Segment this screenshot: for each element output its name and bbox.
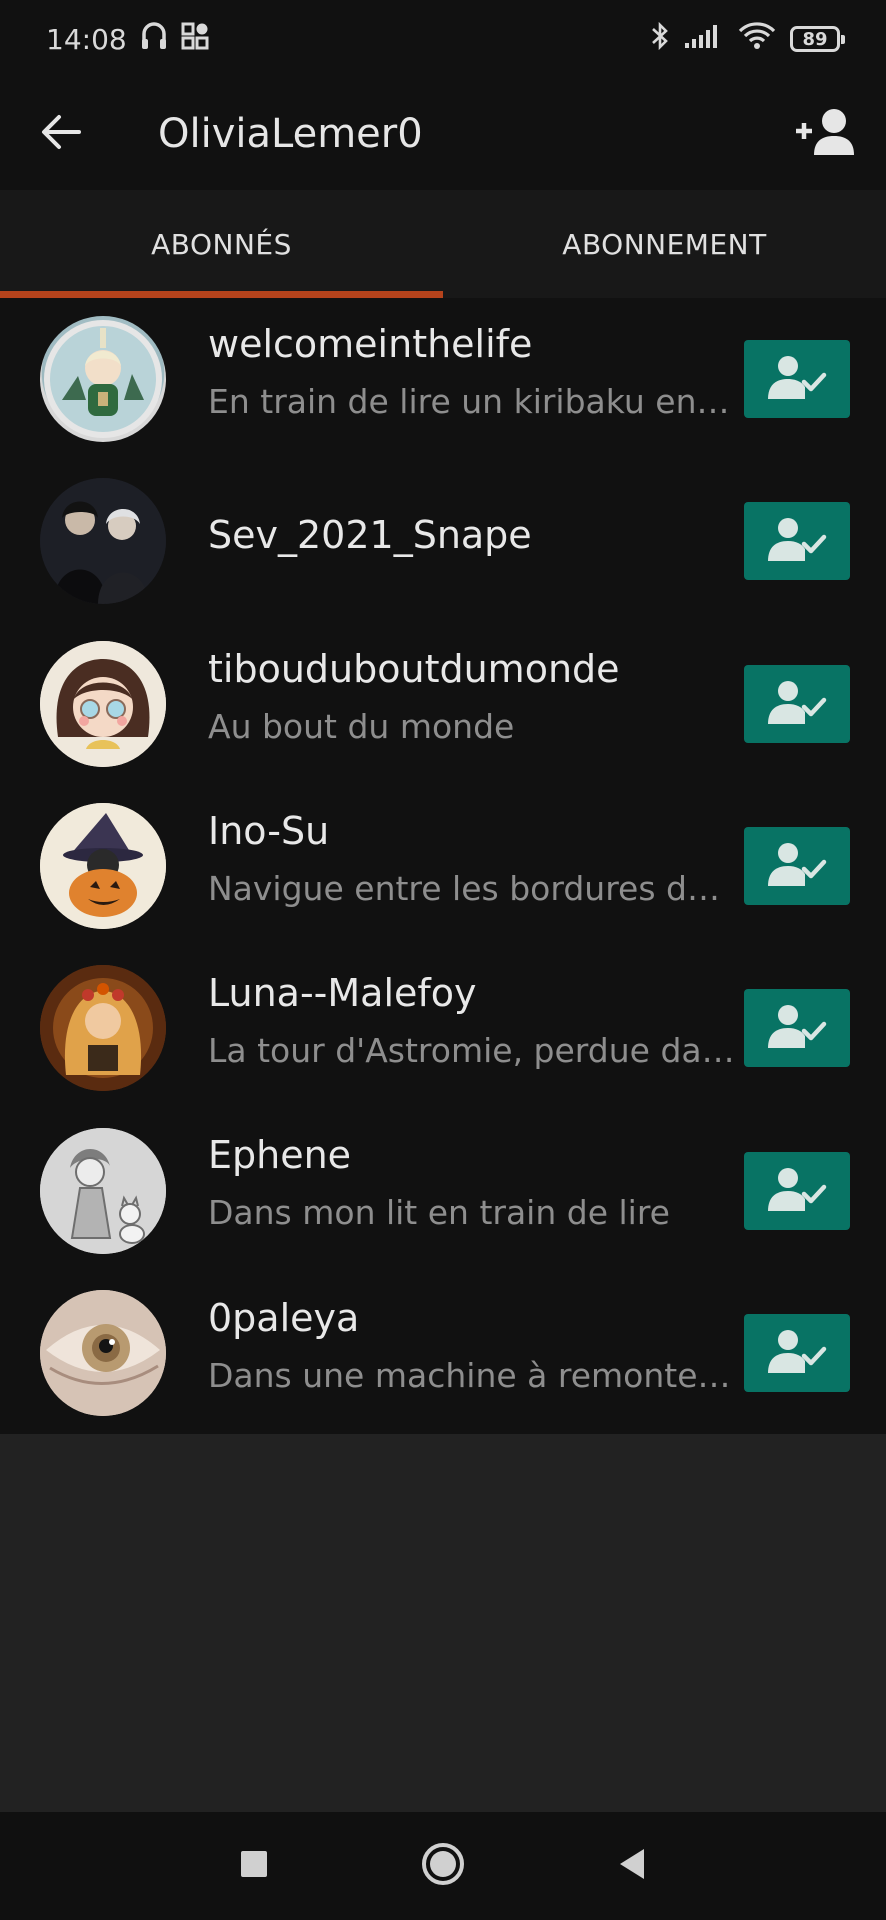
add-user-icon bbox=[794, 107, 858, 161]
headphones-icon bbox=[141, 21, 167, 58]
tab-abonnes[interactable]: ABONNÉS bbox=[0, 190, 443, 298]
back-triangle-icon bbox=[616, 1847, 648, 1885]
following-button[interactable] bbox=[744, 502, 850, 581]
status-right: 89 bbox=[650, 20, 845, 59]
list-item-text: Ephene Dans mon lit en train de lire bbox=[208, 1133, 738, 1232]
status-time: 14:08 bbox=[46, 22, 127, 56]
user-check-icon bbox=[766, 1003, 828, 1053]
user-status: Dans mon lit en train de lire bbox=[208, 1193, 670, 1233]
user-check-icon bbox=[766, 354, 828, 404]
following-button[interactable] bbox=[744, 1151, 850, 1230]
user-status: En train de lire un kiribaku en ... bbox=[208, 382, 738, 421]
username: 0paleya bbox=[208, 1295, 360, 1340]
list-item-text: Luna--Malefoy La tour d'Astromie, perdue… bbox=[208, 971, 738, 1070]
bluetooth-icon bbox=[650, 20, 670, 59]
wifi-icon bbox=[738, 21, 776, 57]
chibi-character-avatar bbox=[44, 320, 162, 439]
girl-glasses-avatar bbox=[40, 640, 166, 767]
back-nav-button[interactable] bbox=[592, 1826, 672, 1906]
username: Luna--Malefoy bbox=[208, 971, 477, 1016]
username: Sev_2021_Snape bbox=[208, 513, 532, 558]
avatar[interactable] bbox=[40, 316, 166, 443]
list-item[interactable]: Sev_2021_Snape bbox=[0, 460, 886, 622]
app-bar: OliviaLemer0 bbox=[0, 78, 886, 190]
user-status: Navigue entre les bordures de ... bbox=[208, 868, 738, 908]
list-item-text: Ino-Su Navigue entre les bordures de ... bbox=[208, 809, 738, 908]
tab-abonnes-label: ABONNÉS bbox=[151, 227, 292, 261]
user-check-icon bbox=[766, 1166, 828, 1216]
avatar[interactable] bbox=[40, 1127, 166, 1254]
user-status: Dans une machine à remonter... bbox=[208, 1355, 738, 1395]
user-status: La tour d'Astromie, perdue dan... bbox=[208, 1031, 738, 1071]
list-item[interactable]: 0paleya Dans une machine à remonter... bbox=[0, 1272, 886, 1434]
list-item[interactable]: tibouduboutdumonde Au bout du monde bbox=[0, 623, 886, 785]
app-grid-icon bbox=[181, 22, 209, 57]
back-button[interactable] bbox=[0, 78, 126, 190]
username: Ephene bbox=[208, 1133, 352, 1178]
battery-level: 89 bbox=[802, 28, 828, 50]
status-bar: 14:08 89 bbox=[0, 0, 886, 78]
username: welcomeinthelife bbox=[208, 322, 533, 366]
eye-closeup-avatar bbox=[40, 1289, 166, 1416]
recents-square-icon bbox=[239, 1849, 269, 1883]
home-button[interactable] bbox=[403, 1826, 483, 1906]
status-left: 14:08 bbox=[46, 21, 209, 58]
list-item[interactable]: Luna--Malefoy La tour d'Astromie, perdue… bbox=[0, 947, 886, 1109]
system-nav-bar bbox=[0, 1812, 886, 1920]
signal-icon bbox=[684, 23, 724, 56]
following-button[interactable] bbox=[744, 827, 850, 906]
page-title: OliviaLemer0 bbox=[158, 111, 423, 157]
two-characters-avatar bbox=[40, 478, 166, 605]
sketch-girl-cat-avatar bbox=[40, 1127, 166, 1254]
recents-button[interactable] bbox=[214, 1826, 294, 1906]
user-check-icon bbox=[766, 516, 828, 566]
list-item[interactable]: Ephene Dans mon lit en train de lire bbox=[0, 1109, 886, 1271]
avatar[interactable] bbox=[40, 803, 166, 930]
list-item-text: tibouduboutdumonde Au bout du monde bbox=[208, 647, 738, 746]
home-circle-icon bbox=[420, 1841, 466, 1891]
username: Ino-Su bbox=[208, 808, 330, 853]
list-item[interactable]: Ino-Su Navigue entre les bordures de ... bbox=[0, 785, 886, 947]
add-user-button[interactable] bbox=[766, 78, 886, 190]
avatar[interactable] bbox=[40, 965, 166, 1092]
tab-abonnement[interactable]: ABONNEMENT bbox=[443, 190, 886, 298]
user-status: Au bout du monde bbox=[208, 706, 515, 746]
tab-abonnement-label: ABONNEMENT bbox=[562, 227, 767, 261]
user-check-icon bbox=[766, 841, 828, 891]
username: tibouduboutdumonde bbox=[208, 646, 620, 691]
following-button[interactable] bbox=[744, 340, 850, 419]
list-item-text: welcomeinthelife En train de lire un kir… bbox=[208, 322, 738, 421]
halloween-pumpkin-avatar bbox=[40, 803, 166, 930]
following-button[interactable] bbox=[744, 989, 850, 1068]
avatar[interactable] bbox=[40, 1289, 166, 1416]
following-button[interactable] bbox=[744, 664, 850, 743]
follower-list: welcomeinthelife En train de lire un kir… bbox=[0, 298, 886, 1434]
list-item[interactable]: welcomeinthelife En train de lire un kir… bbox=[0, 298, 886, 460]
avatar[interactable] bbox=[40, 478, 166, 605]
list-item-text: 0paleya Dans une machine à remonter... bbox=[208, 1296, 738, 1395]
battery-icon: 89 bbox=[790, 26, 845, 52]
tab-bar: ABONNÉS ABONNEMENT bbox=[0, 190, 886, 298]
girl-with-book-avatar bbox=[40, 965, 166, 1092]
following-button[interactable] bbox=[744, 1313, 850, 1392]
arrow-left-icon bbox=[41, 114, 81, 154]
avatar[interactable] bbox=[40, 640, 166, 767]
user-check-icon bbox=[766, 1328, 828, 1378]
list-item-text: Sev_2021_Snape bbox=[208, 513, 738, 557]
user-check-icon bbox=[766, 679, 828, 729]
